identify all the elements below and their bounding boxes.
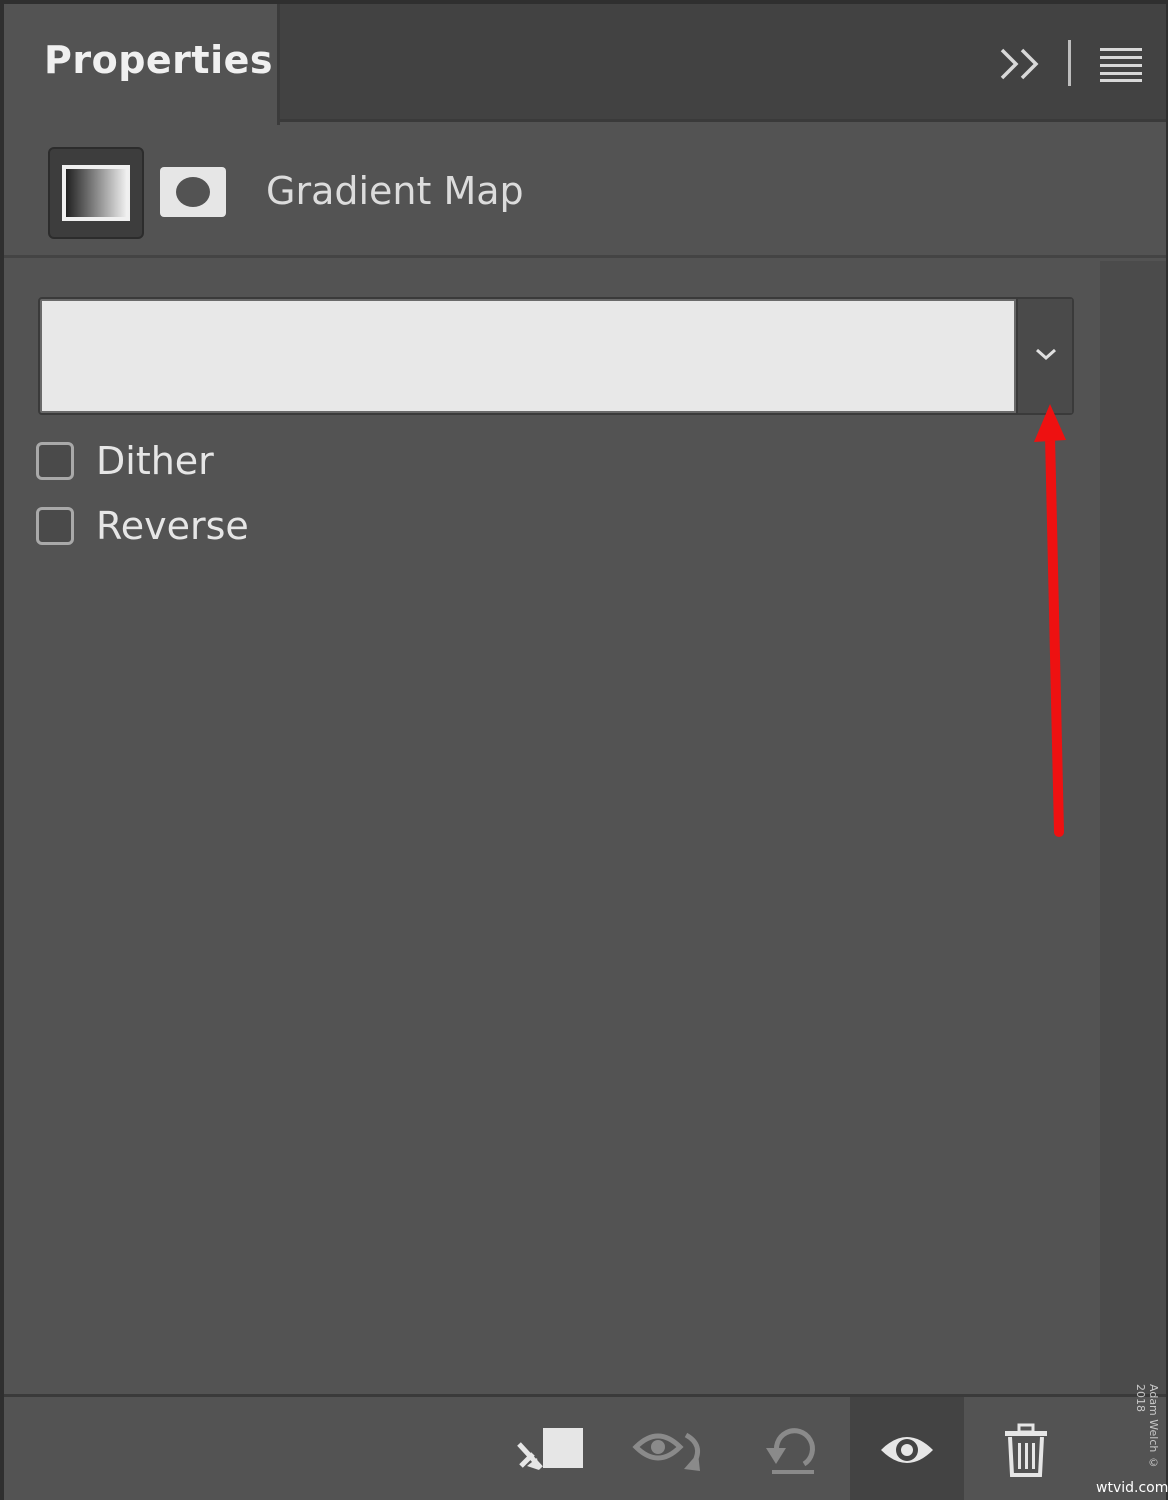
toggle-visibility-icon: [881, 1437, 933, 1463]
delete-layer-button[interactable]: [984, 1397, 1068, 1500]
gradient-dropdown-button[interactable]: [1016, 299, 1072, 413]
toggle-visibility-button[interactable]: [850, 1397, 964, 1500]
reverse-label: Reverse: [96, 504, 249, 548]
view-previous-state-icon: [632, 1432, 701, 1471]
dither-label: Dither: [96, 439, 214, 483]
view-previous-state-button[interactable]: [626, 1397, 716, 1500]
double-chevron-right-icon[interactable]: [996, 42, 1044, 86]
gradient-adjustment-button[interactable]: [48, 147, 144, 239]
tab-title: Properties: [44, 38, 273, 82]
reverse-option[interactable]: Reverse: [36, 504, 249, 548]
site-watermark: wtvid.com: [1096, 1480, 1168, 1496]
reset-adjustment-button[interactable]: [748, 1397, 838, 1500]
scrollbar-track[interactable]: [1100, 261, 1166, 1394]
adjustment-header: Gradient Map: [4, 125, 1166, 258]
gradient-preview[interactable]: [42, 301, 1014, 411]
layer-mask-icon[interactable]: [158, 165, 228, 219]
credit-watermark: Adam Welch © 2018: [1134, 1384, 1160, 1469]
gradient-picker[interactable]: [38, 297, 1074, 415]
panel-footer: [4, 1394, 1166, 1500]
hamburger-menu-icon[interactable]: [1098, 44, 1144, 84]
delete-layer-icon: [1005, 1423, 1047, 1477]
gradient-adjustment-icon: [62, 165, 130, 221]
adjustment-title: Gradient Map: [266, 169, 524, 213]
reset-adjustment-icon: [766, 1428, 815, 1474]
tab-properties[interactable]: Properties: [4, 4, 280, 125]
tab-divider: [1068, 40, 1071, 86]
reverse-checkbox[interactable]: [36, 507, 74, 545]
properties-content: Dither Reverse: [4, 261, 1100, 1394]
chevron-down-icon: [1036, 348, 1056, 361]
dither-option[interactable]: Dither: [36, 439, 214, 483]
clip-to-layer-icon: [517, 1428, 583, 1470]
panel-tab-bar: Properties: [4, 4, 1166, 125]
clip-to-layer-button[interactable]: [504, 1397, 594, 1500]
properties-panel: Properties Gradient Map Dither Reverse: [0, 0, 1168, 1500]
dither-checkbox[interactable]: [36, 442, 74, 480]
